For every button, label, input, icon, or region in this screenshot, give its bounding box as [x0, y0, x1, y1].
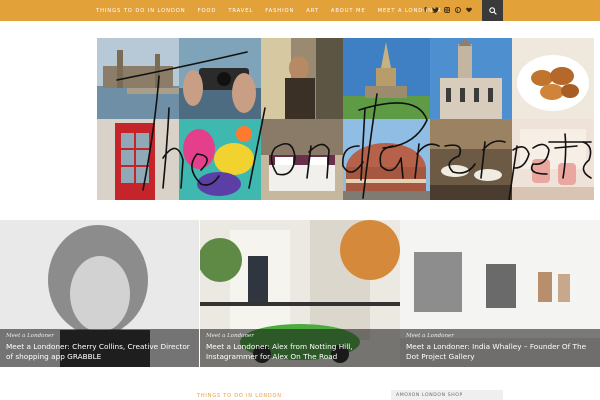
heart-icon[interactable] [465, 7, 472, 15]
photo-restaurant-interior [430, 119, 512, 200]
photo-pink-chairs [512, 119, 594, 200]
feature-category[interactable]: Meet a Londoner [406, 333, 594, 339]
search-button[interactable] [482, 0, 503, 21]
facebook-icon[interactable]: f [424, 7, 427, 14]
photo-albert-memorial [343, 38, 430, 119]
nav-menu: THINGS TO DO IN LONDON FOOD TRAVEL FASHI… [96, 0, 454, 21]
social-icons: f [424, 0, 477, 21]
top-navigation-bar: THINGS TO DO IN LONDON FOOD TRAVEL FASHI… [0, 0, 600, 21]
feature-caption: Meet a Londoner Meet a Londoner: India W… [400, 329, 600, 367]
twitter-icon[interactable] [431, 6, 439, 15]
nav-item-food[interactable]: FOOD [198, 8, 217, 14]
feature-card[interactable]: Meet a Londoner Meet a Londoner: Alex fr… [200, 220, 400, 367]
photo-phone-box [97, 119, 179, 200]
sidebar-widget-heading: AMOXON LONDON SHOP [391, 390, 503, 400]
search-icon [488, 6, 497, 15]
feature-title[interactable]: Meet a Londoner: Alex from Notting Hill,… [206, 342, 394, 362]
pinterest-icon[interactable] [454, 6, 461, 15]
photo-camera-hands [179, 38, 261, 119]
photo-hotel-bedroom [261, 119, 343, 200]
nav-item-things-to-do[interactable]: THINGS TO DO IN LONDON [96, 8, 186, 14]
photo-westminster-thames [97, 38, 179, 119]
nav-item-about-me[interactable]: ABOUT ME [331, 8, 366, 14]
featured-posts: Meet a Londoner Meet a Londoner: Cherry … [0, 220, 600, 367]
feature-category[interactable]: Meet a Londoner [6, 333, 193, 339]
feature-card[interactable]: Meet a Londoner Meet a Londoner: India W… [400, 220, 600, 367]
instagram-icon[interactable] [443, 6, 450, 15]
feature-caption: Meet a Londoner Meet a Londoner: Alex fr… [200, 329, 400, 367]
photo-church-tower [430, 38, 512, 119]
feature-card[interactable]: Meet a Londoner Meet a Londoner: Cherry … [0, 220, 199, 367]
nav-item-art[interactable]: ART [306, 8, 319, 14]
feature-category[interactable]: Meet a Londoner [206, 333, 394, 339]
feature-title[interactable]: Meet a Londoner: Cherry Collins, Creativ… [6, 342, 193, 362]
section-heading-things-to-do[interactable]: THINGS TO DO IN LONDON [197, 393, 282, 399]
nav-item-travel[interactable]: TRAVEL [228, 8, 253, 14]
photo-fried-food [512, 38, 594, 119]
feature-caption: Meet a Londoner Meet a Londoner: Cherry … [0, 329, 199, 367]
photo-graffiti-wall [179, 119, 261, 200]
photo-royal-albert-hall [343, 119, 430, 200]
sidebar-widget-title: AMOXON LONDON SHOP [396, 393, 463, 398]
photo-street-crowd [261, 38, 343, 119]
nav-item-fashion[interactable]: FASHION [265, 8, 294, 14]
header-photo-collage[interactable] [97, 38, 594, 200]
feature-title[interactable]: Meet a Londoner: India Whalley – Founder… [406, 342, 594, 362]
